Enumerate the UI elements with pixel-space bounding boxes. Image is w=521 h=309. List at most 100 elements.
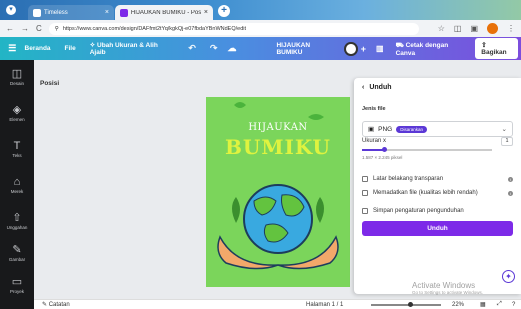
folder-icon: ▭ bbox=[11, 276, 23, 288]
transparent-bg-option[interactable]: Latar belakang transparan i bbox=[362, 176, 513, 182]
forward-icon[interactable]: → bbox=[21, 24, 29, 33]
browser-menu-icon[interactable]: ▾ bbox=[6, 5, 16, 15]
browser-tab-strip: ▾ Timeless × HIJAUKAN BUMIKU - Poster × … bbox=[0, 0, 521, 20]
download-panel-header[interactable]: ‹ Unduh bbox=[362, 84, 392, 91]
sidebar-item-draw[interactable]: ✎ Gambar bbox=[0, 244, 34, 262]
sidebar-item-label: Proyek bbox=[9, 289, 24, 294]
tab-favicon-icon bbox=[33, 8, 41, 17]
browser-more-icon[interactable]: ⋮ bbox=[507, 24, 515, 33]
poster-canvas[interactable]: HIJAUKAN BUMIKU bbox=[206, 97, 350, 287]
left-sidebar: ◫ Desain ◈ Elemen T Teks ⌂ Merek ⇧ Ungga… bbox=[0, 60, 34, 309]
checkbox[interactable] bbox=[362, 208, 368, 214]
sidebar-item-label: Elemen bbox=[9, 117, 25, 122]
site-info-icon[interactable]: ⚲ bbox=[55, 26, 59, 32]
notes-button[interactable]: ✎ Catatan bbox=[42, 301, 70, 308]
resize-label: Ubah Ukuran & Alih Ajaib bbox=[89, 42, 158, 56]
option-label: Memadatkan file (kualitas lebih rendah) bbox=[373, 190, 478, 196]
browser-tab-timeless[interactable]: Timeless × bbox=[28, 5, 114, 20]
zoom-level[interactable]: 22% bbox=[452, 302, 464, 308]
undo-icon[interactable]: ↶ bbox=[188, 43, 196, 54]
option-label: Latar belakang transparan bbox=[373, 176, 444, 182]
url-text: https://www.canva.com/design/DAFfmt2tYq/… bbox=[62, 25, 247, 32]
hamburger-menu-icon[interactable]: ☰ bbox=[0, 43, 25, 54]
page-indicator[interactable]: Halaman 1 / 1 bbox=[306, 302, 343, 308]
file-menu[interactable]: File bbox=[65, 45, 76, 52]
extensions-icon[interactable]: ◫ bbox=[454, 24, 462, 33]
option-label: Simpan pengaturan pengunduhan bbox=[373, 208, 464, 214]
user-avatar[interactable] bbox=[344, 41, 358, 56]
sidebar-item-brand[interactable]: ⌂ Merek bbox=[0, 176, 34, 194]
sparkle-icon: ✧ bbox=[89, 42, 97, 49]
watermark-line1: Activate Windows bbox=[412, 281, 476, 290]
back-icon[interactable]: ← bbox=[6, 24, 14, 33]
fullscreen-icon[interactable]: ⤢ bbox=[497, 301, 502, 308]
chevron-down-icon: ⌄ bbox=[501, 126, 507, 133]
upload-icon: ⇧ bbox=[12, 212, 22, 224]
magic-assistant-icon[interactable]: ✦ bbox=[502, 270, 515, 283]
sidebar-item-elements[interactable]: ◈ Elemen bbox=[0, 104, 34, 122]
home-menu[interactable]: Beranda bbox=[25, 45, 51, 52]
zoom-slider[interactable] bbox=[371, 304, 441, 306]
close-tab-icon[interactable]: × bbox=[204, 9, 208, 16]
save-settings-option[interactable]: Simpan pengaturan pengunduhan bbox=[362, 208, 513, 214]
layout-icon: ◫ bbox=[11, 68, 23, 80]
size-slider-knob[interactable] bbox=[381, 147, 387, 152]
share-button[interactable]: ⇪ Bagikan bbox=[475, 38, 518, 59]
canva-toolbar: ☰ Beranda File ✧ Ubah Ukuran & Alih Ajai… bbox=[0, 37, 521, 60]
sidebar-item-uploads[interactable]: ⇧ Unggahan bbox=[0, 212, 34, 230]
file-type-label: Jenis file bbox=[362, 106, 386, 112]
design-title[interactable]: HIJAUKAN BUMIKU bbox=[276, 42, 334, 56]
help-icon[interactable]: ? bbox=[512, 302, 515, 308]
recommended-badge: Disarankan bbox=[396, 125, 428, 133]
share-label: Bagikan bbox=[481, 49, 507, 56]
zoom-slider-knob[interactable] bbox=[408, 302, 413, 307]
position-button[interactable]: Posisi bbox=[40, 80, 59, 87]
brand-icon: ⌂ bbox=[13, 176, 21, 188]
profile-avatar[interactable] bbox=[487, 23, 498, 34]
checkbox[interactable] bbox=[362, 190, 368, 196]
notes-label: Catatan bbox=[48, 302, 70, 308]
size-slider[interactable] bbox=[362, 147, 492, 152]
tab-label: HIJAUKAN BUMIKU - Poster bbox=[130, 9, 201, 16]
sidebar-item-label: Gambar bbox=[8, 257, 26, 262]
leaf-shape bbox=[234, 102, 246, 108]
print-button[interactable]: ⛟ Cetak dengan Canva bbox=[392, 38, 470, 60]
draw-icon: ✎ bbox=[12, 244, 22, 256]
info-icon[interactable]: i bbox=[508, 190, 513, 196]
redo-icon[interactable]: ↷ bbox=[210, 43, 218, 54]
sidepanel-icon[interactable]: ▣ bbox=[470, 24, 478, 33]
size-input[interactable]: 1 bbox=[501, 137, 513, 146]
back-chevron-icon[interactable]: ‹ bbox=[362, 84, 364, 91]
info-icon[interactable]: i bbox=[508, 176, 513, 182]
bookmark-star-icon[interactable]: ☆ bbox=[438, 24, 445, 33]
watermark-line2: Go to Settings to activate Windows. bbox=[412, 290, 484, 295]
leaf-shape bbox=[316, 197, 324, 223]
download-panel-title: Unduh bbox=[369, 84, 392, 91]
reload-icon[interactable]: C bbox=[36, 24, 42, 33]
sidebar-item-design[interactable]: ◫ Desain bbox=[0, 68, 34, 86]
truck-icon: ⛟ bbox=[395, 41, 406, 49]
checkbox[interactable] bbox=[362, 176, 368, 182]
shapes-icon: ◈ bbox=[12, 104, 22, 116]
sidebar-item-text[interactable]: T Teks bbox=[0, 140, 34, 158]
url-input[interactable]: ⚲ https://www.canva.com/design/DAFfmt2tY… bbox=[48, 22, 419, 35]
earth-hands-illustration[interactable] bbox=[206, 97, 350, 287]
add-collaborator-icon[interactable]: + bbox=[361, 44, 366, 54]
sidebar-item-label: Teks bbox=[12, 153, 22, 158]
tab-label: Timeless bbox=[44, 9, 68, 16]
browser-tab-canva[interactable]: HIJAUKAN BUMIKU - Poster × bbox=[115, 5, 213, 20]
download-button[interactable]: Unduh bbox=[362, 221, 513, 236]
size-label: Ukuran x bbox=[362, 138, 387, 144]
insights-icon[interactable]: ▥ bbox=[376, 44, 384, 53]
compress-file-option[interactable]: Memadatkan file (kualitas lebih rendah) … bbox=[362, 190, 513, 196]
new-tab-button[interactable]: + bbox=[218, 5, 230, 17]
resize-menu[interactable]: ✧ Ubah Ukuran & Alih Ajaib bbox=[90, 41, 171, 56]
activate-windows-watermark: Activate Windows Go to Settings to activ… bbox=[412, 281, 483, 295]
cloud-save-icon: ☁ bbox=[227, 43, 237, 53]
text-icon: T bbox=[13, 140, 21, 152]
sidebar-item-projects[interactable]: ▭ Proyek bbox=[0, 276, 34, 294]
file-type-select[interactable]: ▣ PNG Disarankan ⌄ bbox=[362, 121, 513, 137]
close-tab-icon[interactable]: × bbox=[105, 9, 109, 16]
grid-view-icon[interactable]: ▦ bbox=[480, 301, 486, 308]
sidebar-item-label: Desain bbox=[9, 81, 24, 86]
